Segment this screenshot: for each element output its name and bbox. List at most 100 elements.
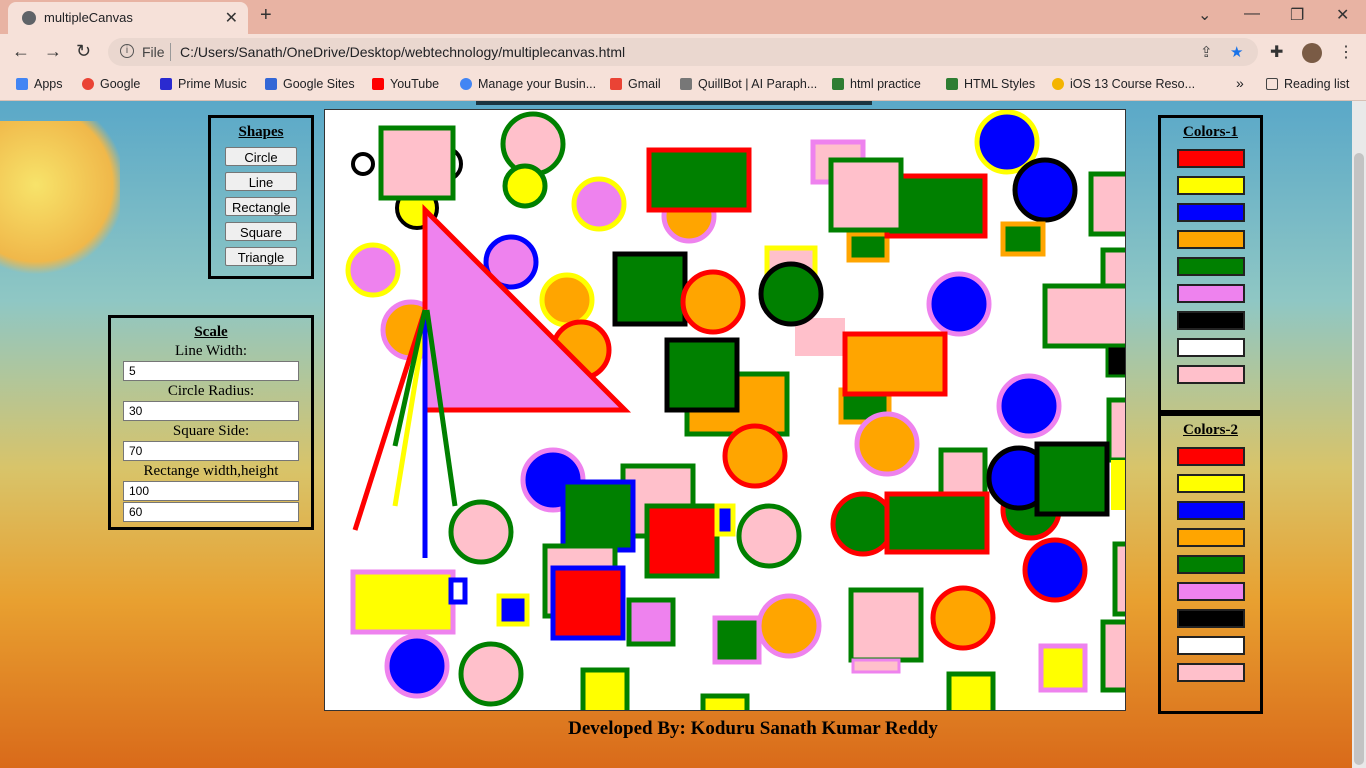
canvas-rectangle — [1100, 247, 1125, 289]
canvas-circle — [448, 499, 514, 565]
tab-title: multipleCanvas — [44, 10, 133, 25]
browser-tab[interactable]: multipleCanvas ✕ — [8, 2, 248, 34]
profile-avatar[interactable] — [1302, 43, 1322, 63]
colors1-panel: Colors-1 — [1158, 115, 1263, 413]
square-side-label: Square Side: — [172, 423, 250, 439]
reload-button[interactable]: ↻ — [76, 41, 91, 62]
canvas-rectangle — [884, 491, 990, 555]
colors2-swatch[interactable] — [1176, 528, 1245, 547]
bookmark-prime-music[interactable]: Prime Music — [160, 77, 247, 91]
colors2-swatch[interactable] — [1176, 447, 1245, 466]
rectangle-button[interactable]: Rectangle — [225, 197, 297, 216]
shapes-title: Shapes — [238, 124, 284, 140]
triangle-button[interactable]: Triangle — [225, 247, 297, 266]
colors2-swatch[interactable] — [1176, 555, 1245, 574]
colors2-swatch[interactable] — [1176, 609, 1245, 628]
canvas-square — [612, 251, 688, 327]
rectangle-width-input[interactable] — [123, 481, 299, 501]
tab-search-icon[interactable]: ⌄ — [1198, 5, 1211, 25]
reading-list[interactable]: Reading list — [1266, 77, 1349, 91]
colors2-swatch[interactable] — [1176, 636, 1245, 655]
canvas-square — [580, 667, 630, 710]
page-scrollbar[interactable] — [1352, 101, 1366, 768]
info-icon[interactable]: i — [120, 44, 134, 58]
colors1-swatch[interactable] — [1176, 338, 1245, 357]
canvas-square — [560, 479, 636, 553]
colors1-swatch[interactable] — [1176, 257, 1245, 276]
bookmark-manage-business[interactable]: Manage your Busin... — [460, 77, 596, 91]
w3-icon — [946, 78, 958, 90]
more-bookmarks-icon[interactable]: » — [1236, 75, 1244, 91]
scale-panel: Scale Line Width: Circle Radius: Square … — [108, 315, 314, 530]
line-width-input[interactable] — [123, 361, 299, 381]
colors1-swatch[interactable] — [1176, 365, 1245, 384]
bookmark-apps[interactable]: Apps — [16, 77, 63, 91]
canvas-square — [1034, 441, 1110, 517]
colors1-swatch[interactable] — [1176, 284, 1245, 303]
canvas-circle — [458, 641, 524, 707]
canvas-square — [644, 503, 720, 579]
canvas-circle — [758, 261, 824, 327]
bookmark-ios-course[interactable]: iOS 13 Course Reso... — [1052, 77, 1195, 91]
colors1-swatch[interactable] — [1176, 230, 1245, 249]
canvas-rectangle — [1000, 221, 1046, 257]
colors1-swatch[interactable] — [1176, 203, 1245, 222]
scrollbar-thumb[interactable] — [1354, 153, 1364, 765]
background-sun — [0, 121, 120, 281]
url-text[interactable]: C:/Users/Sanath/OneDrive/Desktop/webtech… — [180, 44, 625, 60]
square-button[interactable]: Square — [225, 222, 297, 241]
canvas-circle — [502, 163, 548, 209]
colors1-swatch[interactable] — [1176, 149, 1245, 168]
share-icon[interactable]: ⇪ — [1200, 43, 1213, 61]
globe-icon — [22, 11, 36, 25]
line-button[interactable]: Line — [225, 172, 297, 191]
canvas-circle — [1022, 537, 1088, 603]
colors2-swatch[interactable] — [1176, 501, 1245, 520]
extensions-icon[interactable]: ✚ — [1270, 42, 1283, 62]
bookmark-gmail[interactable]: Gmail — [610, 77, 661, 91]
colors2-swatch[interactable] — [1176, 474, 1245, 493]
bookmark-html-styles[interactable]: HTML Styles — [946, 77, 1035, 91]
bookmark-google[interactable]: Google — [82, 77, 140, 91]
rectangle-size-label: Rectange width,height — [143, 463, 279, 479]
canvas-circle — [736, 503, 802, 569]
bookmark-star-icon[interactable]: ★ — [1230, 43, 1243, 61]
restore-button[interactable]: ❐ — [1290, 5, 1304, 25]
square-side-input[interactable] — [123, 441, 299, 461]
omnibox[interactable]: i File C:/Users/Sanath/OneDrive/Desktop/… — [108, 38, 1258, 66]
canvas-square — [378, 125, 456, 201]
w3-icon — [832, 78, 844, 90]
prime-music-icon — [160, 78, 172, 90]
bookmark-youtube[interactable]: YouTube — [372, 77, 439, 91]
rectangle-height-input[interactable] — [123, 502, 299, 522]
circle-radius-input[interactable] — [123, 401, 299, 421]
circle-button[interactable]: Circle — [225, 147, 297, 166]
close-tab-icon[interactable]: ✕ — [225, 8, 238, 28]
address-bar-row: ← → ↻ i File C:/Users/Sanath/OneDrive/De… — [0, 34, 1366, 70]
canvas-circle — [830, 491, 896, 557]
colors1-swatch[interactable] — [1176, 311, 1245, 330]
bookmark-html-practice[interactable]: html practice — [832, 77, 921, 91]
back-button[interactable]: ← — [12, 41, 30, 62]
minimize-button[interactable]: — — [1244, 5, 1260, 23]
bookmark-quillbot[interactable]: QuillBot | AI Paraph... — [680, 77, 817, 91]
canvas-rectangle — [714, 503, 736, 537]
canvas-circle — [539, 272, 595, 328]
youtube-icon — [372, 78, 384, 90]
new-tab-button[interactable]: + — [260, 4, 272, 27]
reading-list-icon — [1266, 78, 1278, 90]
colors1-swatch[interactable] — [1176, 176, 1245, 195]
canvas-circle — [345, 242, 401, 298]
menu-icon[interactable]: ⋮ — [1338, 42, 1354, 62]
drawing-canvas[interactable] — [324, 109, 1126, 711]
colors2-swatch[interactable] — [1176, 663, 1245, 682]
close-window-button[interactable]: ✕ — [1336, 5, 1349, 25]
canvas-circle — [926, 271, 992, 337]
bookmark-google-sites[interactable]: Google Sites — [265, 77, 355, 91]
canvas-square — [712, 615, 762, 665]
colors2-swatch[interactable] — [1176, 582, 1245, 601]
forward-button[interactable]: → — [44, 41, 62, 62]
canvas-rectangle — [851, 658, 901, 674]
canvas-square — [496, 593, 530, 627]
google-icon — [460, 78, 472, 90]
